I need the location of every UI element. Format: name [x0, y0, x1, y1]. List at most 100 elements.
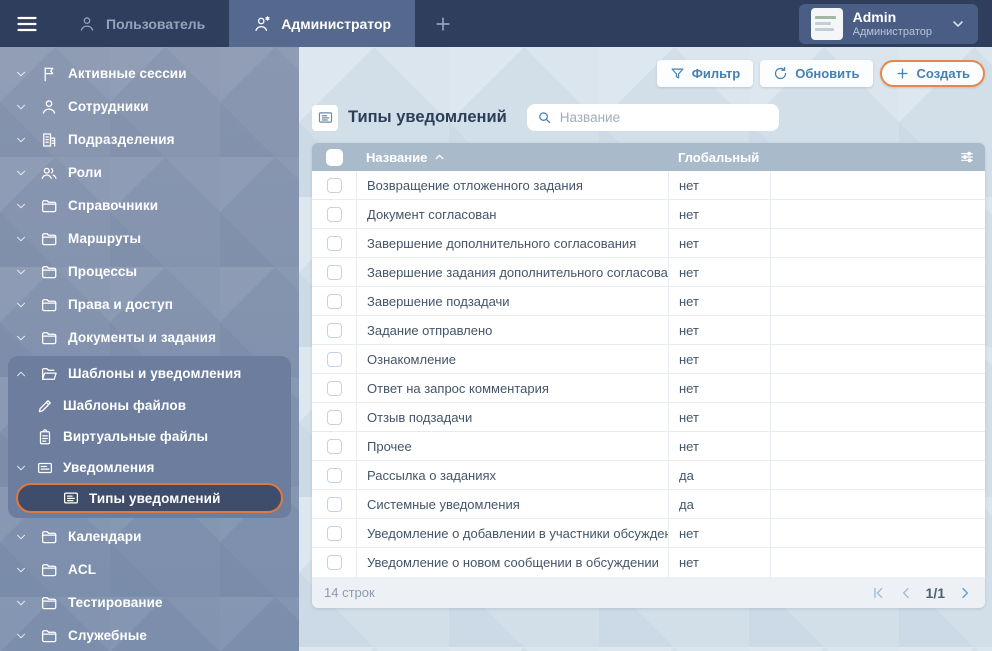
chevron-down-icon[interactable] [14, 298, 40, 312]
folder-icon [40, 230, 68, 248]
pagination: 1/1 [870, 585, 973, 601]
chevron-down-icon[interactable] [14, 232, 40, 246]
row-checkbox[interactable] [327, 323, 342, 338]
search-input[interactable] [560, 110, 769, 125]
table-row[interactable]: Завершение подзадачинет [312, 287, 985, 316]
sidebar-item[interactable]: Уведомления [8, 452, 291, 483]
cell-global: нет [668, 548, 770, 577]
sidebar-item[interactable]: Права и доступ [0, 288, 299, 321]
table-row[interactable]: Завершение задания дополнительного согла… [312, 258, 985, 287]
sidebar-item-label: Активные сессии [68, 66, 187, 81]
chevron-down-icon[interactable] [14, 133, 40, 147]
cell-name: Ответ на запрос комментария [356, 374, 668, 402]
sidebar-item[interactable]: Типы уведомлений [16, 483, 283, 513]
row-checkbox[interactable] [327, 555, 342, 570]
first-page-button[interactable] [870, 585, 886, 601]
table-row[interactable]: Документ согласованнет [312, 200, 985, 229]
sidebar-item[interactable]: Процессы [0, 255, 299, 288]
table-row[interactable]: Системные уведомленияда [312, 490, 985, 519]
sidebar-item[interactable]: Шаблоны файлов [8, 390, 291, 421]
table-row[interactable]: Уведомление о новом сообщении в обсужден… [312, 548, 985, 577]
table-row[interactable]: Отзыв подзадачинет [312, 403, 985, 432]
cell-global: нет [668, 519, 770, 547]
table-row[interactable]: Прочеенет [312, 432, 985, 461]
chevron-down-icon[interactable] [14, 67, 40, 81]
chevron-down-icon[interactable] [14, 199, 40, 213]
workspace-tabs: Пользователь Администратор [54, 0, 415, 47]
chevron-down-icon[interactable] [14, 265, 40, 279]
cell-empty [770, 461, 985, 489]
row-checkbox[interactable] [327, 439, 342, 454]
row-checkbox[interactable] [327, 352, 342, 367]
chevron-up-icon[interactable] [14, 367, 40, 381]
column-header-global[interactable]: Глобальный [668, 143, 770, 171]
row-checkbox[interactable] [327, 497, 342, 512]
sidebar-item-label: Сотрудники [68, 99, 149, 114]
chevron-down-icon[interactable] [14, 100, 40, 114]
chevron-down-icon[interactable] [14, 530, 40, 544]
notification-types-table: Название Глобальный Возвращение отложенн… [312, 143, 985, 608]
sidebar-item[interactable]: Тестирование [0, 586, 299, 619]
sidebar-item[interactable]: Активные сессии [0, 57, 299, 90]
column-header-name[interactable]: Название [356, 143, 668, 171]
chevron-down-icon[interactable] [14, 629, 40, 643]
folder-icon [40, 296, 68, 314]
chevron-down-icon[interactable] [14, 331, 40, 345]
sidebar-item[interactable]: Виртуальные файлы [8, 421, 291, 452]
refresh-button[interactable]: Обновить [760, 60, 872, 87]
row-checkbox[interactable] [327, 381, 342, 396]
sidebar-item[interactable]: ACL [0, 553, 299, 586]
row-checkbox[interactable] [327, 294, 342, 309]
create-button[interactable]: Создать [880, 60, 985, 87]
sidebar-item-label: Права и доступ [68, 297, 173, 312]
workspace-tab-0[interactable]: Пользователь [54, 0, 229, 47]
pencil-icon [36, 397, 63, 415]
sidebar-item[interactable]: Календари [0, 520, 299, 553]
row-checkbox[interactable] [327, 236, 342, 251]
page-title: Типы уведомлений [348, 108, 507, 127]
sidebar-item[interactable]: Маршруты [0, 222, 299, 255]
sidebar-item[interactable]: Служебные [0, 619, 299, 651]
chevron-down-icon[interactable] [14, 596, 40, 610]
table-row[interactable]: Ознакомлениенет [312, 345, 985, 374]
table-row[interactable]: Задание отправленонет [312, 316, 985, 345]
select-all-checkbox[interactable] [326, 149, 343, 166]
table-row[interactable]: Уведомление о добавлении в участники обс… [312, 519, 985, 548]
sidebar-item-label: Календари [68, 529, 142, 544]
user-menu[interactable]: Admin Администратор [799, 4, 978, 44]
sidebar-item[interactable]: Справочники [0, 189, 299, 222]
sidebar-item-label: Служебные [68, 628, 147, 643]
chevron-down-icon[interactable] [14, 563, 40, 577]
sidebar-item[interactable]: Сотрудники [0, 90, 299, 123]
user-role: Администратор [853, 26, 932, 38]
clipboard-icon [36, 428, 63, 446]
cell-global: нет [668, 374, 770, 402]
sidebar-item[interactable]: Подразделения [0, 123, 299, 156]
row-checkbox[interactable] [327, 265, 342, 280]
sidebar-item-label: Шаблоны и уведомления [68, 366, 241, 381]
row-checkbox[interactable] [327, 526, 342, 541]
row-checkbox[interactable] [327, 410, 342, 425]
next-page-button[interactable] [957, 585, 973, 601]
sidebar-item[interactable]: Роли [0, 156, 299, 189]
table-row[interactable]: Завершение дополнительного согласованиян… [312, 229, 985, 258]
row-checkbox[interactable] [327, 207, 342, 222]
row-checkbox[interactable] [327, 178, 342, 193]
workspace-tab-active[interactable]: Администратор [229, 0, 415, 47]
table-row[interactable]: Рассылка о заданияхда [312, 461, 985, 490]
table-row[interactable]: Ответ на запрос комментариянет [312, 374, 985, 403]
new-tab-button[interactable] [415, 0, 471, 47]
column-settings-icon[interactable] [959, 149, 975, 165]
cell-name: Системные уведомления [356, 490, 668, 518]
sidebar-item[interactable]: Шаблоны и уведомления [8, 357, 291, 390]
menu-icon[interactable] [0, 0, 54, 47]
chevron-down-icon[interactable] [14, 461, 36, 475]
filter-button[interactable]: Фильтр [657, 60, 754, 87]
sidebar-item[interactable]: Документы и задания [0, 321, 299, 354]
row-checkbox[interactable] [327, 468, 342, 483]
tab-label: Администратор [281, 16, 391, 32]
cell-name: Уведомление о добавлении в участники обс… [356, 519, 668, 547]
chevron-down-icon[interactable] [14, 166, 40, 180]
table-row[interactable]: Возвращение отложенного заданиянет [312, 171, 985, 200]
prev-page-button[interactable] [898, 585, 914, 601]
